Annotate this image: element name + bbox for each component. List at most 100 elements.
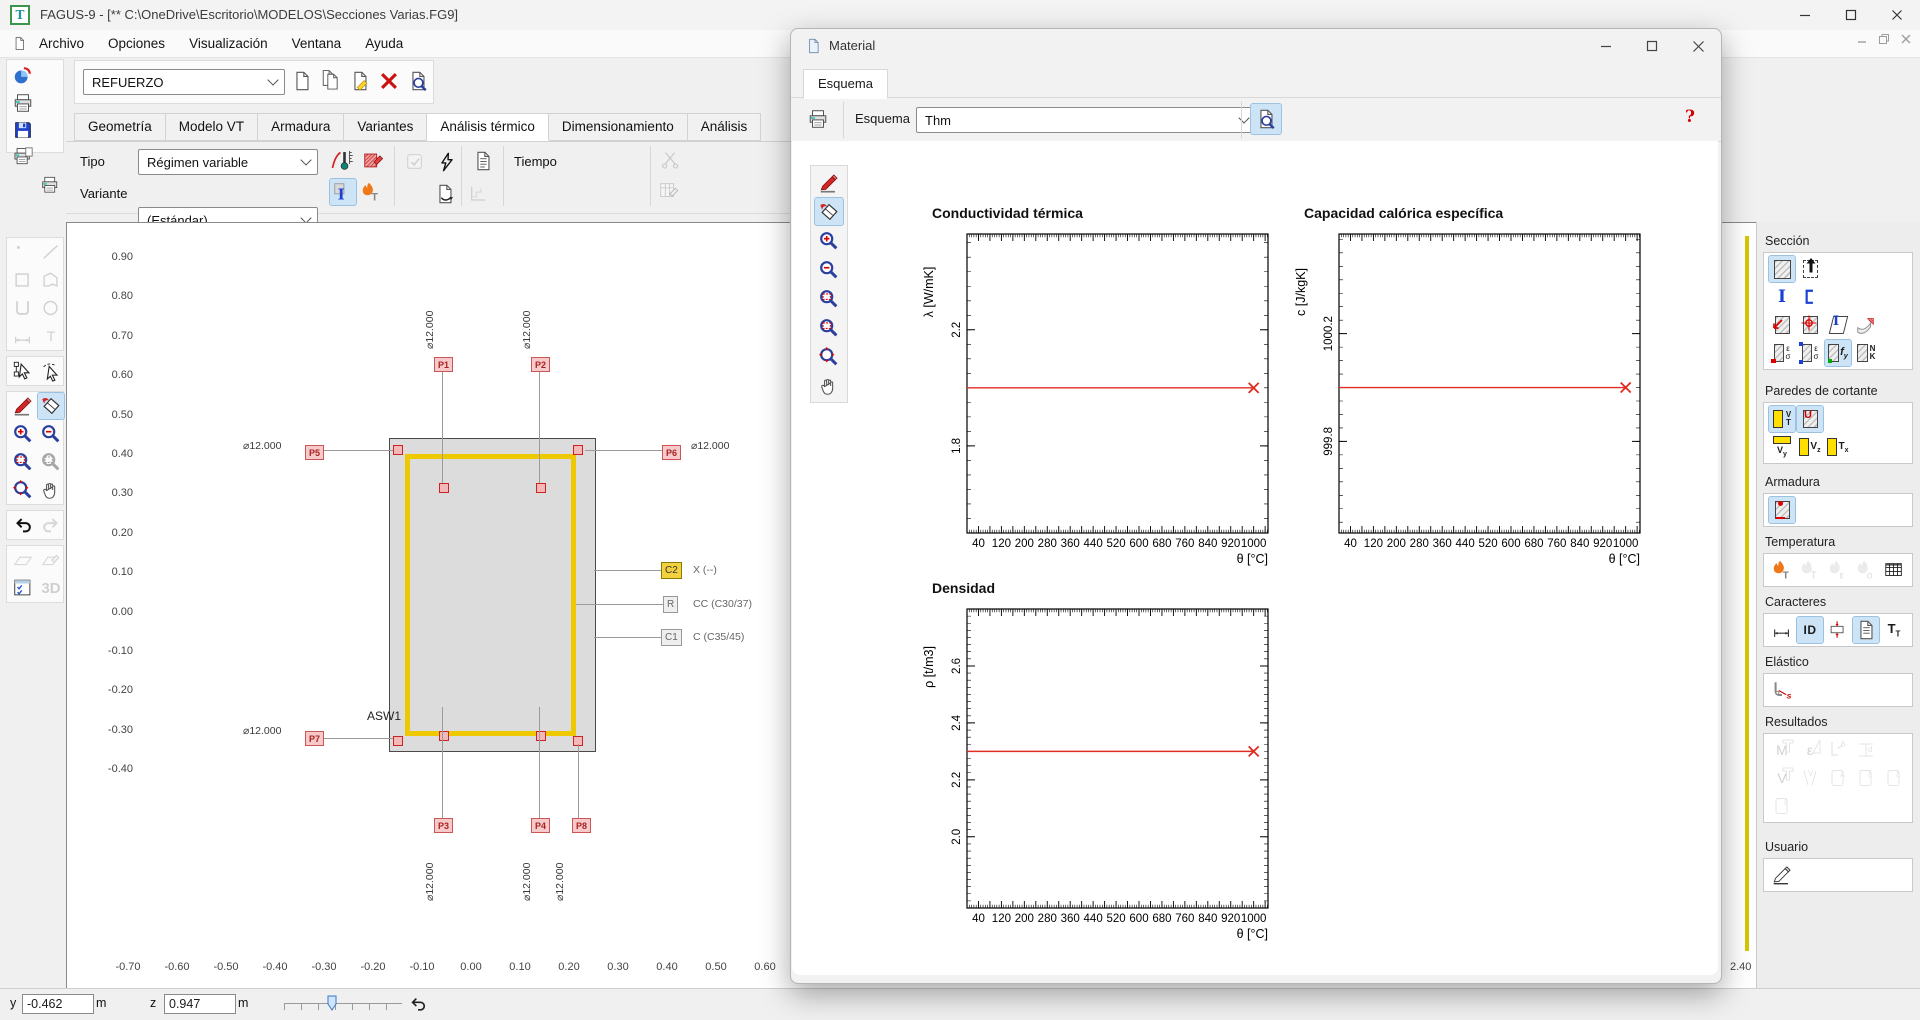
result-delta-4-icon[interactable]: δ	[1769, 793, 1795, 819]
rebar-point[interactable]	[536, 483, 546, 493]
tab-modelo-vt[interactable]: Modelo VT	[166, 113, 258, 141]
report-icon[interactable]	[470, 148, 496, 174]
plane-edit-icon[interactable]	[38, 547, 64, 573]
table-edit-icon[interactable]	[656, 178, 682, 204]
rebar-point[interactable]	[536, 731, 546, 741]
tab-geometria[interactable]: Geometría	[74, 113, 166, 141]
pan-hand-icon[interactable]	[815, 372, 843, 399]
result-shear-icon[interactable]: V	[1769, 765, 1795, 791]
zoom-out-icon[interactable]	[815, 256, 843, 283]
find-section-icon[interactable]	[405, 68, 431, 94]
dialog-close-button[interactable]	[1675, 29, 1721, 63]
result-delta-3-icon[interactable]: δ	[1881, 765, 1907, 791]
close-button[interactable]	[1874, 0, 1920, 30]
point-label-p8[interactable]: P8	[572, 818, 591, 833]
slider-undo-icon[interactable]	[408, 994, 428, 1017]
zoom-extents-icon[interactable]	[815, 343, 843, 370]
point-label-p7[interactable]: P7	[305, 731, 324, 746]
profile-c-icon[interactable]	[1797, 284, 1823, 310]
mdi-restore-icon[interactable]	[1878, 33, 1890, 48]
point-label-p3[interactable]: P3	[434, 818, 453, 833]
material-tag-r[interactable]: R	[663, 596, 678, 613]
time-slider-handle[interactable]	[326, 995, 338, 1011]
y-coord-field[interactable]: -0.462	[22, 994, 94, 1014]
print-preview-icon[interactable]	[10, 144, 36, 170]
draw-circle-icon[interactable]	[38, 295, 64, 321]
tipo-combo[interactable]: Régimen variable	[138, 149, 318, 175]
dialog-minimize-button[interactable]	[1583, 29, 1629, 63]
elastic-support-icon[interactable]: s	[1769, 677, 1795, 703]
point-label-p6[interactable]: P6	[662, 445, 681, 460]
menu-archivo[interactable]: Archivo	[27, 30, 96, 57]
point-label-p4[interactable]: P4	[531, 818, 550, 833]
wall-u-icon[interactable]: U	[1797, 406, 1823, 432]
strain-stress-2-icon[interactable]: εσ	[1797, 340, 1823, 366]
mdi-close-icon[interactable]	[1900, 33, 1912, 48]
fire-t-icon[interactable]: T	[1797, 557, 1823, 583]
char-dimension-icon[interactable]	[1769, 617, 1795, 643]
draw-point-icon[interactable]	[10, 239, 36, 265]
menu-opciones[interactable]: Opciones	[96, 30, 177, 57]
material-tag-c1[interactable]: C1	[661, 629, 682, 646]
section-shear-icon[interactable]: I	[1825, 312, 1851, 338]
yield-strength-icon[interactable]: fy	[1825, 340, 1851, 366]
fill-bucket-icon[interactable]	[38, 393, 64, 419]
thermal-curve-icon[interactable]	[330, 147, 356, 173]
result-shear-2-icon[interactable]: V	[1797, 765, 1823, 791]
print-copy-icon[interactable]	[36, 171, 62, 197]
point-label-p2[interactable]: P2	[531, 357, 550, 372]
dialog-title-bar[interactable]: Material	[791, 29, 1721, 63]
edit-section-icon[interactable]	[347, 68, 373, 94]
edit-pencil-icon[interactable]	[10, 393, 36, 419]
rebar-icon[interactable]	[1769, 497, 1795, 523]
draw-rectangle-icon[interactable]	[10, 267, 36, 293]
zoom-previous-icon[interactable]	[38, 449, 64, 475]
tab-analisis[interactable]: Análisis	[688, 113, 762, 141]
draw-polygon-icon[interactable]	[38, 267, 64, 293]
far-wall-element[interactable]	[1745, 236, 1749, 951]
rebar-point[interactable]	[573, 445, 583, 455]
zoom-extents-icon[interactable]	[10, 477, 36, 503]
dialog-maximize-button[interactable]	[1629, 29, 1675, 63]
wall-shear-icon[interactable]: VT	[1769, 406, 1795, 432]
user-edit-icon[interactable]	[1769, 862, 1795, 888]
fire-analysis-icon[interactable]: T	[358, 179, 384, 205]
cut-icon[interactable]	[658, 147, 684, 173]
draw-line-icon[interactable]	[38, 239, 64, 265]
section-strip-icon[interactable]	[1853, 312, 1879, 338]
material-tag-c2[interactable]: C2	[661, 562, 682, 579]
tab-dimensionamiento[interactable]: Dimensionamiento	[549, 113, 688, 141]
select-nodes-icon[interactable]	[10, 358, 36, 384]
calculate-icon[interactable]	[434, 149, 460, 175]
result-area-icon[interactable]: A	[1825, 765, 1851, 791]
result-strain-icon[interactable]: ε	[1797, 737, 1823, 763]
result-moment-icon[interactable]: M	[1769, 737, 1795, 763]
profile-i-icon[interactable]: I	[1769, 284, 1795, 310]
fire-stress-icon[interactable]: σ	[1853, 557, 1879, 583]
print-schema-button[interactable]	[803, 104, 833, 134]
section-extrude-icon[interactable]	[1797, 256, 1823, 282]
validate-icon[interactable]	[402, 149, 428, 175]
print-icon[interactable]	[10, 90, 36, 116]
open-model-icon[interactable]	[10, 63, 36, 89]
point-label-p1[interactable]: P1	[434, 357, 453, 372]
display-options-icon[interactable]	[10, 575, 36, 601]
minimize-button[interactable]	[1782, 0, 1828, 30]
result-delta-2-icon[interactable]: δ	[1853, 765, 1879, 791]
zoom-in-icon[interactable]	[815, 227, 843, 254]
z-coord-field[interactable]: 0.947	[164, 994, 236, 1014]
draw-u-profile-icon[interactable]	[10, 295, 36, 321]
rebar-point[interactable]	[393, 736, 403, 746]
wall-vz-icon[interactable]: Vz	[1797, 434, 1823, 460]
section-temperature-icon[interactable]: I	[330, 179, 356, 205]
view-3d-icon[interactable]: 3D	[38, 575, 64, 601]
mdi-minimize-icon[interactable]	[1856, 33, 1868, 48]
rebar-point[interactable]	[439, 483, 449, 493]
redo-icon[interactable]	[38, 512, 64, 538]
tab-analisis-termico[interactable]: Análisis térmico	[427, 113, 549, 141]
result-rotation-icon[interactable]: δ	[1825, 737, 1851, 763]
menu-ventana[interactable]: Ventana	[280, 30, 354, 57]
section-solid-icon[interactable]	[1769, 256, 1795, 282]
strain-stress-1-icon[interactable]: εσ	[1769, 340, 1795, 366]
select-free-icon[interactable]	[38, 358, 64, 384]
